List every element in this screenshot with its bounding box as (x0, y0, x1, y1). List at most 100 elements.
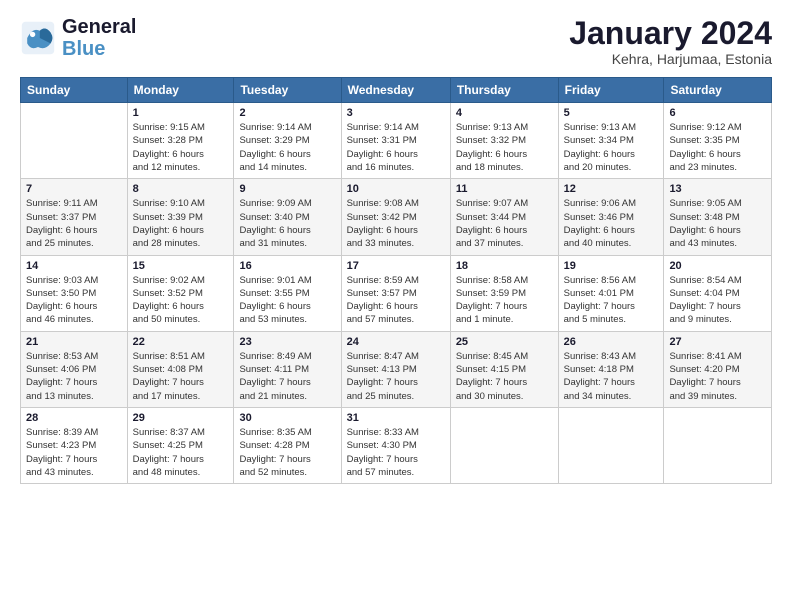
day-info: Sunrise: 9:14 AM Sunset: 3:31 PM Dayligh… (347, 121, 445, 174)
location: Kehra, Harjumaa, Estonia (569, 51, 772, 67)
calendar-cell: 9 Sunrise: 9:09 AM Sunset: 3:40 PM Daylig… (234, 179, 341, 255)
day-info: Sunrise: 9:10 AM Sunset: 3:39 PM Dayligh… (133, 197, 229, 250)
calendar-cell: 16 Sunrise: 9:01 AM Sunset: 3:55 PM Dayli… (234, 255, 341, 331)
calendar-cell: 22Sunrise: 8:51 AM Sunset: 4:08 PM Dayli… (127, 331, 234, 407)
calendar-cell: 26 Sunrise: 8:43 AM Sunset: 4:18 PM Dayli… (558, 331, 664, 407)
day-number: 30 (239, 412, 335, 424)
day-number: 8 (133, 183, 229, 195)
day-number: 17 (347, 260, 445, 272)
day-info: Sunrise: 9:11 AM Sunset: 3:37 PM Dayligh… (26, 197, 122, 250)
calendar-cell: 1 Sunrise: 9:15 AM Sunset: 3:28 PM Daylig… (127, 103, 234, 179)
day-number: 31 (347, 412, 445, 424)
weekday-header-saturday: Saturday (664, 78, 772, 103)
logo-line2: Blue (62, 38, 136, 60)
calendar-cell: 15Sunrise: 9:02 AM Sunset: 3:52 PM Dayli… (127, 255, 234, 331)
day-number: 1 (133, 107, 229, 119)
day-info: Sunrise: 8:59 AM Sunset: 3:57 PM Dayligh… (347, 274, 445, 327)
title-area: January 2024 Kehra, Harjumaa, Estonia (569, 16, 772, 67)
calendar-cell: 23 Sunrise: 8:49 AM Sunset: 4:11 PM Dayli… (234, 331, 341, 407)
calendar-header: SundayMondayTuesdayWednesdayThursdayFrid… (21, 78, 772, 103)
day-number: 14 (26, 260, 122, 272)
day-info: Sunrise: 9:14 AM Sunset: 3:29 PM Dayligh… (239, 121, 335, 174)
calendar-cell: 18 Sunrise: 8:58 AM Sunset: 3:59 PM Dayli… (450, 255, 558, 331)
calendar-week-1: 1 Sunrise: 9:15 AM Sunset: 3:28 PM Daylig… (21, 103, 772, 179)
calendar-cell: 8 Sunrise: 9:10 AM Sunset: 3:39 PM Daylig… (127, 179, 234, 255)
day-info: Sunrise: 8:45 AM Sunset: 4:15 PM Dayligh… (456, 350, 553, 403)
calendar-cell: 31Sunrise: 8:33 AM Sunset: 4:30 PM Dayli… (341, 407, 450, 483)
calendar-cell (664, 407, 772, 483)
calendar-week-5: 28 Sunrise: 8:39 AM Sunset: 4:23 PM Dayli… (21, 407, 772, 483)
day-number: 9 (239, 183, 335, 195)
calendar-cell: 30 Sunrise: 8:35 AM Sunset: 4:28 PM Dayli… (234, 407, 341, 483)
day-number: 28 (26, 412, 122, 424)
day-info: Sunrise: 8:58 AM Sunset: 3:59 PM Dayligh… (456, 274, 553, 327)
calendar-week-4: 21Sunrise: 8:53 AM Sunset: 4:06 PM Dayli… (21, 331, 772, 407)
day-number: 25 (456, 336, 553, 348)
calendar-week-2: 7 Sunrise: 9:11 AM Sunset: 3:37 PM Daylig… (21, 179, 772, 255)
day-info: Sunrise: 9:13 AM Sunset: 3:32 PM Dayligh… (456, 121, 553, 174)
calendar-cell: 3 Sunrise: 9:14 AM Sunset: 3:31 PM Daylig… (341, 103, 450, 179)
weekday-header-monday: Monday (127, 78, 234, 103)
day-number: 6 (669, 107, 766, 119)
header: General Blue January 2024 Kehra, Harjuma… (20, 16, 772, 67)
day-number: 2 (239, 107, 335, 119)
calendar-cell: 24Sunrise: 8:47 AM Sunset: 4:13 PM Dayli… (341, 331, 450, 407)
calendar-table: SundayMondayTuesdayWednesdayThursdayFrid… (20, 77, 772, 484)
weekday-header-tuesday: Tuesday (234, 78, 341, 103)
day-info: Sunrise: 8:35 AM Sunset: 4:28 PM Dayligh… (239, 426, 335, 479)
calendar-cell: 28 Sunrise: 8:39 AM Sunset: 4:23 PM Dayli… (21, 407, 128, 483)
day-info: Sunrise: 9:06 AM Sunset: 3:46 PM Dayligh… (564, 197, 659, 250)
calendar-cell: 21Sunrise: 8:53 AM Sunset: 4:06 PM Dayli… (21, 331, 128, 407)
calendar-cell (450, 407, 558, 483)
day-info: Sunrise: 9:15 AM Sunset: 3:28 PM Dayligh… (133, 121, 229, 174)
calendar-cell: 11Sunrise: 9:07 AM Sunset: 3:44 PM Dayli… (450, 179, 558, 255)
day-number: 22 (133, 336, 229, 348)
day-info: Sunrise: 9:12 AM Sunset: 3:35 PM Dayligh… (669, 121, 766, 174)
day-info: Sunrise: 9:01 AM Sunset: 3:55 PM Dayligh… (239, 274, 335, 327)
day-number: 18 (456, 260, 553, 272)
calendar-cell: 14Sunrise: 9:03 AM Sunset: 3:50 PM Dayli… (21, 255, 128, 331)
day-number: 27 (669, 336, 766, 348)
day-info: Sunrise: 9:13 AM Sunset: 3:34 PM Dayligh… (564, 121, 659, 174)
day-info: Sunrise: 8:56 AM Sunset: 4:01 PM Dayligh… (564, 274, 659, 327)
day-info: Sunrise: 8:43 AM Sunset: 4:18 PM Dayligh… (564, 350, 659, 403)
calendar-cell: 29Sunrise: 8:37 AM Sunset: 4:25 PM Dayli… (127, 407, 234, 483)
day-number: 12 (564, 183, 659, 195)
day-number: 26 (564, 336, 659, 348)
day-number: 7 (26, 183, 122, 195)
day-info: Sunrise: 8:39 AM Sunset: 4:23 PM Dayligh… (26, 426, 122, 479)
day-info: Sunrise: 8:37 AM Sunset: 4:25 PM Dayligh… (133, 426, 229, 479)
weekday-header-wednesday: Wednesday (341, 78, 450, 103)
calendar-cell: 7 Sunrise: 9:11 AM Sunset: 3:37 PM Daylig… (21, 179, 128, 255)
calendar-cell: 20Sunrise: 8:54 AM Sunset: 4:04 PM Dayli… (664, 255, 772, 331)
calendar-cell: 4 Sunrise: 9:13 AM Sunset: 3:32 PM Daylig… (450, 103, 558, 179)
day-info: Sunrise: 9:09 AM Sunset: 3:40 PM Dayligh… (239, 197, 335, 250)
calendar-cell: 2 Sunrise: 9:14 AM Sunset: 3:29 PM Daylig… (234, 103, 341, 179)
calendar-body: 1 Sunrise: 9:15 AM Sunset: 3:28 PM Daylig… (21, 103, 772, 484)
day-number: 3 (347, 107, 445, 119)
calendar-cell: 27 Sunrise: 8:41 AM Sunset: 4:20 PM Dayli… (664, 331, 772, 407)
day-number: 13 (669, 183, 766, 195)
day-number: 4 (456, 107, 553, 119)
calendar-cell: 13Sunrise: 9:05 AM Sunset: 3:48 PM Dayli… (664, 179, 772, 255)
day-number: 21 (26, 336, 122, 348)
day-info: Sunrise: 8:41 AM Sunset: 4:20 PM Dayligh… (669, 350, 766, 403)
day-number: 19 (564, 260, 659, 272)
day-info: Sunrise: 9:02 AM Sunset: 3:52 PM Dayligh… (133, 274, 229, 327)
page: General Blue January 2024 Kehra, Harjuma… (0, 0, 792, 612)
day-info: Sunrise: 8:49 AM Sunset: 4:11 PM Dayligh… (239, 350, 335, 403)
day-number: 16 (239, 260, 335, 272)
weekday-header-friday: Friday (558, 78, 664, 103)
calendar-cell: 10 Sunrise: 9:08 AM Sunset: 3:42 PM Dayli… (341, 179, 450, 255)
day-info: Sunrise: 8:47 AM Sunset: 4:13 PM Dayligh… (347, 350, 445, 403)
day-info: Sunrise: 9:08 AM Sunset: 3:42 PM Dayligh… (347, 197, 445, 250)
calendar-cell: 19 Sunrise: 8:56 AM Sunset: 4:01 PM Dayli… (558, 255, 664, 331)
day-info: Sunrise: 8:54 AM Sunset: 4:04 PM Dayligh… (669, 274, 766, 327)
calendar-cell (21, 103, 128, 179)
day-number: 23 (239, 336, 335, 348)
logo-icon (20, 20, 56, 56)
day-number: 10 (347, 183, 445, 195)
calendar-cell: 17 Sunrise: 8:59 AM Sunset: 3:57 PM Dayli… (341, 255, 450, 331)
month-year: January 2024 (569, 16, 772, 51)
calendar-week-3: 14Sunrise: 9:03 AM Sunset: 3:50 PM Dayli… (21, 255, 772, 331)
